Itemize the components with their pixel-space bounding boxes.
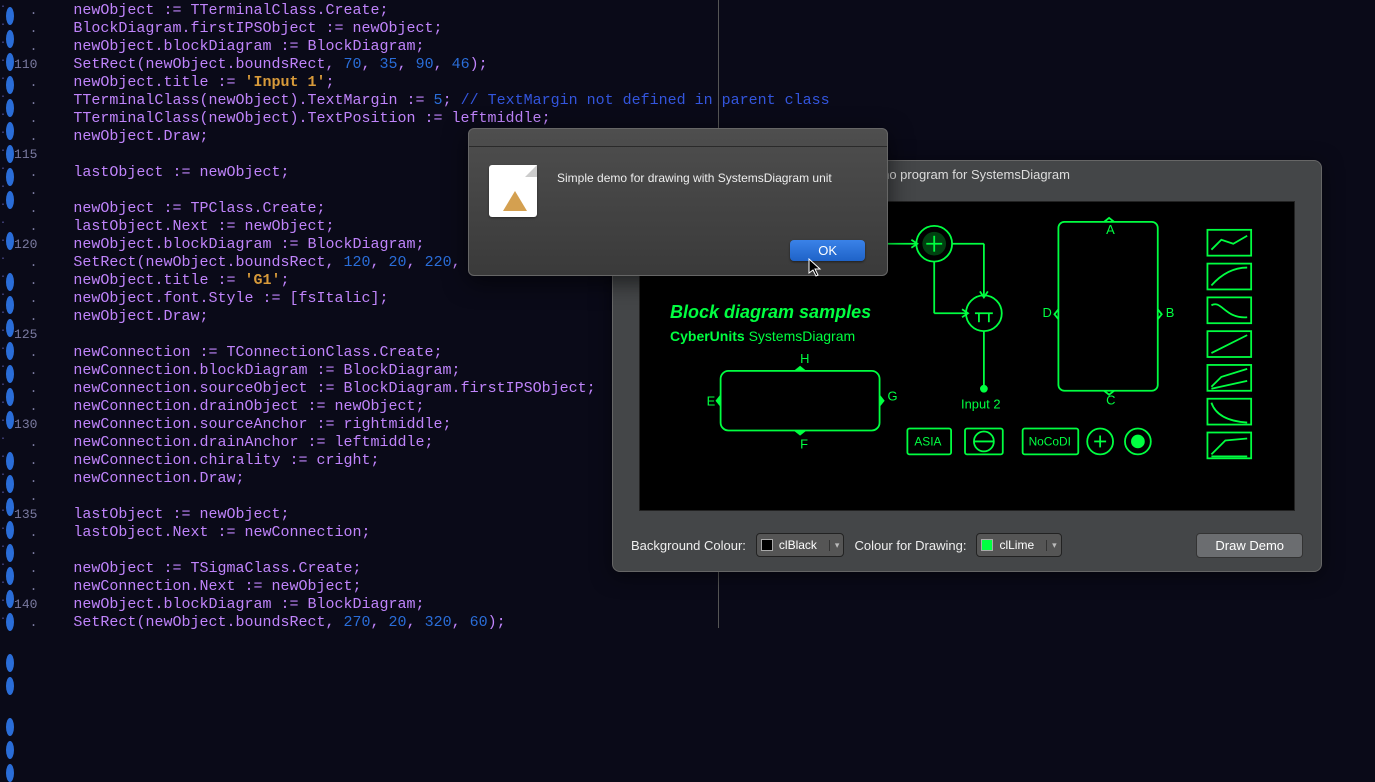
svg-text:A: A [1106, 222, 1115, 237]
bg-colour-select[interactable]: clBlack ▾ [756, 533, 845, 557]
canvas-title: Block diagram samples [670, 302, 871, 323]
svg-text:NoCoDI: NoCoDI [1029, 434, 1071, 448]
gutter-line-numbers: ...110....115....120....125....130....13… [14, 0, 43, 628]
bg-colour-label: Background Colour: [631, 538, 746, 553]
cursor-icon [808, 258, 824, 278]
canvas-subtitle: CyberUnits SystemsDiagram [670, 328, 855, 346]
svg-text:E: E [707, 394, 716, 409]
svg-text:H: H [800, 351, 809, 366]
dialog-message: Simple demo for drawing with SystemsDiag… [557, 165, 867, 217]
svg-text:ASIA: ASIA [914, 434, 941, 448]
chevron-down-icon: ▾ [1046, 540, 1057, 551]
draw-demo-button[interactable]: Draw Demo [1196, 533, 1303, 558]
chevron-down-icon: ▾ [829, 540, 840, 551]
svg-text:F: F [800, 436, 808, 451]
alert-dialog: Simple demo for drawing with SystemsDiag… [468, 128, 888, 276]
svg-text:C: C [1106, 393, 1115, 408]
svg-text:G: G [888, 389, 898, 404]
fg-colour-select[interactable]: clLime ▾ [976, 533, 1061, 557]
svg-text:D: D [1043, 305, 1052, 320]
svg-text:Input 2: Input 2 [961, 397, 1000, 412]
app-icon [489, 165, 537, 217]
ok-button[interactable]: OK [790, 240, 865, 261]
demo-footer: Background Colour: clBlack ▾ Colour for … [613, 519, 1321, 571]
gutter-breakpoints[interactable] [6, 0, 14, 628]
fg-colour-label: Colour for Drawing: [854, 538, 966, 553]
svg-text:B: B [1166, 305, 1175, 320]
